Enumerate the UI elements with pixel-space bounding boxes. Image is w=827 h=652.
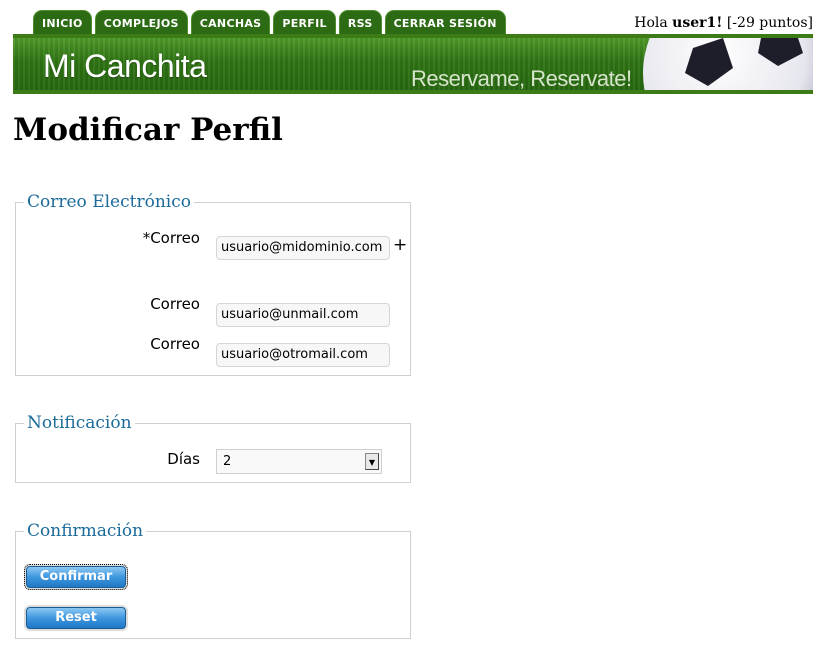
tab-complejos[interactable]: COMPLEJOS [94,10,188,35]
email-field-tertiary[interactable]: usuario@otromail.com [216,343,390,367]
days-label: Días [167,450,200,468]
email-fieldset: Correo Electrónico *Correo usuario@midom… [15,192,411,376]
tab-inicio[interactable]: INICIO [33,10,92,35]
soccer-ball-icon [643,38,813,90]
tab-perfil[interactable]: PERFIL [273,10,336,35]
confirm-button[interactable]: Confirmar [24,564,128,590]
email-legend: Correo Electrónico [24,192,194,212]
user-greeting: Hola user1! [-29 puntos] [634,15,813,31]
main-nav: INICIO COMPLEJOS CANCHAS PERFIL RSS CERR… [33,10,509,35]
site-logo-title: Mi Canchita [43,48,207,84]
site-banner: Mi Canchita Reservame, Reservate! [13,34,813,94]
days-select[interactable]: 2 ▼ [216,449,382,474]
chevron-down-icon[interactable]: ▼ [365,453,379,470]
greeting-points: [-29 puntos] [722,15,813,31]
confirmation-legend: Confirmación [24,521,147,541]
add-email-icon[interactable]: + [393,235,407,255]
confirmation-fieldset: Confirmación Confirmar Reset [15,521,411,639]
page-title: Modificar Perfil [13,112,283,148]
email-label-primary: *Correo [142,229,200,247]
site-slogan: Reservame, Reservate! [411,66,632,91]
notification-fieldset: Notificación Días 2 ▼ [15,413,411,483]
tab-cerrar-sesion[interactable]: CERRAR SESIÓN [384,10,506,35]
days-selected-value: 2 [223,454,232,469]
tab-canchas[interactable]: CANCHAS [190,10,271,35]
email-field-primary[interactable]: usuario@midominio.com [216,236,390,260]
reset-button[interactable]: Reset [26,607,126,629]
greeting-prefix: Hola [634,15,673,31]
greeting-username: user1! [672,15,723,31]
tab-rss[interactable]: RSS [338,10,382,35]
email-label-tertiary: Correo [150,335,200,353]
email-field-secondary[interactable]: usuario@unmail.com [216,303,390,327]
notification-legend: Notificación [24,413,135,433]
email-label-secondary: Correo [150,295,200,313]
